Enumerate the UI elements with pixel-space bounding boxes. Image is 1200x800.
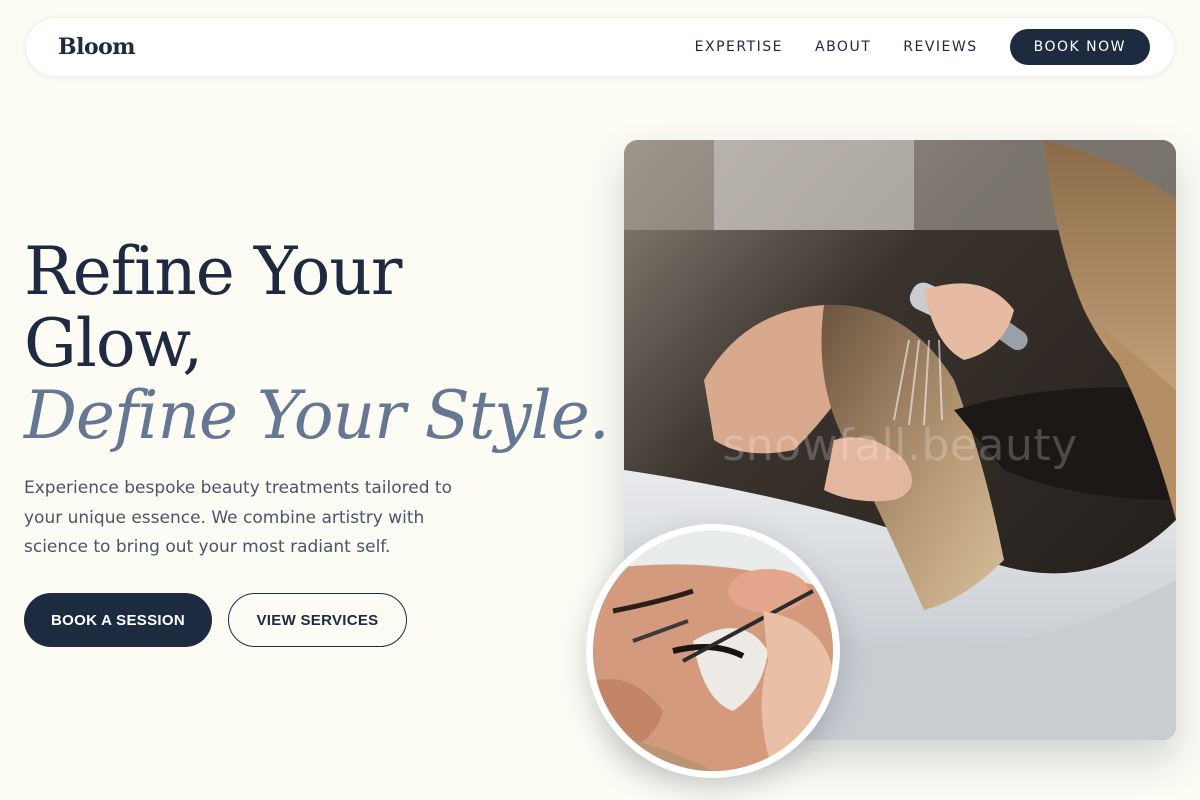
view-services-button[interactable]: VIEW SERVICES — [228, 593, 407, 647]
hero-title: Refine Your Glow, Define Your Style. — [24, 233, 610, 454]
hero-title-line-1: Refine Your — [24, 233, 402, 310]
circle-photo-lash-treatment — [586, 524, 840, 778]
nav-links: EXPERTISE ABOUT REVIEWS BOOK NOW — [695, 29, 1150, 65]
brand-logo[interactable]: Bloom — [58, 34, 136, 60]
nav-link-reviews[interactable]: REVIEWS — [903, 39, 977, 55]
book-now-button[interactable]: BOOK NOW — [1009, 29, 1150, 65]
book-session-button[interactable]: BOOK A SESSION — [24, 593, 212, 647]
hero-description: Experience bespoke beauty treatments tai… — [24, 478, 452, 557]
hero-title-line-2: Glow, — [24, 305, 203, 382]
circle-photo-frame — [593, 531, 833, 771]
nav-link-expertise[interactable]: EXPERTISE — [695, 39, 783, 55]
nav-link-about[interactable]: ABOUT — [815, 39, 871, 55]
hero-title-accent: Define Your Style. — [24, 377, 610, 454]
image-watermark: snowfall.beauty — [722, 420, 1078, 471]
top-navbar: Bloom EXPERTISE ABOUT REVIEWS BOOK NOW — [25, 17, 1175, 77]
